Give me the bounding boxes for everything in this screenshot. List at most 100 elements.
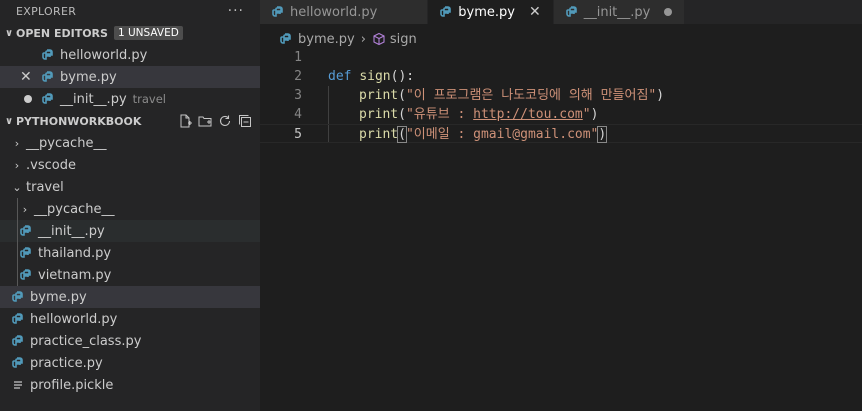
punctuation: (: [398, 88, 406, 103]
tree-folder-pycache[interactable]: › __pycache__: [0, 132, 260, 154]
collapse-all-icon[interactable]: [238, 114, 252, 128]
python-file-icon: [565, 6, 577, 17]
tree-file-label: __init__.py: [38, 223, 105, 239]
tree-file-label: thailand.py: [38, 245, 112, 261]
tree-file-label: profile.pickle: [30, 377, 114, 393]
method-cube-icon: [373, 32, 385, 46]
tree-folder-label: __pycache__: [34, 201, 115, 217]
tree-file-practice-class[interactable]: practice_class.py: [0, 330, 260, 352]
more-actions-icon[interactable]: ···: [228, 3, 244, 19]
tree-file-label: helloworld.py: [30, 311, 118, 327]
line-number: 3: [294, 88, 302, 103]
string-literal: "이메일 : gmail@gmail.com": [405, 127, 599, 142]
indent-guide: [17, 220, 18, 242]
open-editor-item-init[interactable]: __init__.py travel: [0, 88, 260, 110]
tree-file-practice[interactable]: practice.py: [0, 352, 260, 374]
chevron-down-icon: ⌄: [12, 180, 22, 194]
open-editor-folder-desc: travel: [132, 92, 167, 106]
tree-folder-vscode[interactable]: › .vscode: [0, 154, 260, 176]
close-icon[interactable]: ✕: [20, 69, 32, 85]
tree-file-label: vietnam.py: [38, 267, 112, 283]
new-folder-icon[interactable]: [198, 114, 212, 128]
breadcrumb-file[interactable]: byme.py: [298, 32, 355, 47]
tab-init[interactable]: __init__.py: [553, 0, 686, 24]
python-file-icon: [42, 93, 53, 104]
line-number: 4: [294, 107, 302, 122]
indent-guide: [328, 86, 329, 105]
code-line-5[interactable]: 5 print("이메일 : gmail@gmail.com"): [260, 124, 862, 143]
code-line-2[interactable]: 2 def sign():: [260, 67, 862, 86]
tree-file-label: byme.py: [30, 289, 87, 305]
text-file-icon: [14, 381, 22, 389]
builtin-print: print: [359, 127, 399, 142]
code-line-1[interactable]: 1: [260, 48, 862, 67]
refresh-icon[interactable]: [218, 114, 232, 128]
unsaved-badge: 1 UNSAVED: [113, 26, 183, 40]
tree-folder-travel-pycache[interactable]: › __pycache__: [0, 198, 260, 220]
line-number: 5: [294, 127, 302, 142]
tree-file-profile-pickle[interactable]: profile.pickle: [0, 374, 260, 396]
indent-guide: [17, 264, 18, 286]
chevron-down-icon: ∨: [4, 27, 14, 39]
python-file-icon: [12, 357, 23, 368]
open-editor-item-byme[interactable]: ✕ byme.py: [0, 66, 260, 88]
new-file-icon[interactable]: [178, 114, 192, 128]
code-text: def sign():: [328, 67, 414, 86]
chevron-right-icon: ›: [14, 158, 20, 172]
editor-tabs: helloworld.py byme.py ✕ __init__.py: [260, 0, 862, 24]
tree-folder-label: __pycache__: [26, 135, 107, 151]
explorer-sidebar: EXPLORER ··· ∨ OPEN EDITORS 1 UNSAVED he…: [0, 0, 260, 411]
tab-label: __init__.py: [583, 4, 651, 20]
tab-helloworld[interactable]: helloworld.py: [260, 0, 429, 24]
tree-file-vietnam[interactable]: vietnam.py: [0, 264, 260, 286]
tree-folder-travel[interactable]: ⌄ travel: [0, 176, 260, 198]
tree-folder-label: .vscode: [26, 157, 76, 173]
close-tab-icon[interactable]: ✕: [529, 4, 541, 20]
breadcrumb-symbol[interactable]: sign: [390, 32, 417, 47]
open-editors-header[interactable]: ∨ OPEN EDITORS 1 UNSAVED: [0, 22, 260, 44]
chevron-right-icon: ›: [360, 31, 366, 47]
open-editors-label: OPEN EDITORS: [16, 26, 108, 40]
tree-file-init[interactable]: __init__.py: [0, 220, 260, 242]
python-file-icon: [12, 313, 23, 324]
tree-file-label: practice.py: [30, 355, 103, 371]
python-file-icon: [42, 71, 53, 82]
bracket-match: (: [397, 126, 407, 143]
code-line-4[interactable]: 4 print("유튜브 : http://tou.com"): [260, 105, 862, 124]
tree-file-thailand[interactable]: thailand.py: [0, 242, 260, 264]
python-file-icon: [12, 291, 23, 302]
tree-file-helloworld[interactable]: helloworld.py: [0, 308, 260, 330]
python-file-icon: [272, 6, 283, 17]
indent-guide: [328, 105, 329, 124]
url-link[interactable]: http://tou.com: [473, 107, 583, 122]
open-editor-item-helloworld[interactable]: helloworld.py: [0, 44, 260, 66]
chevron-right-icon: ›: [22, 202, 28, 216]
tab-byme[interactable]: byme.py ✕: [428, 0, 554, 24]
editor-area: helloworld.py byme.py ✕ __init__.py byme…: [260, 0, 862, 411]
python-file-icon: [280, 33, 291, 44]
explorer-header: EXPLORER ···: [0, 0, 260, 22]
punctuation: (: [398, 107, 406, 122]
code-text: print("유튜브 : http://tou.com"): [359, 105, 598, 124]
punctuation: ): [590, 107, 599, 122]
tab-label: helloworld.py: [290, 4, 378, 20]
bracket-match: ): [597, 126, 608, 143]
punctuation: ():: [390, 69, 415, 84]
unsaved-dot-icon[interactable]: [664, 8, 673, 16]
tree-file-byme[interactable]: byme.py: [0, 286, 260, 308]
open-editor-label: helloworld.py: [60, 47, 148, 63]
string-literal: ": [582, 107, 591, 122]
chevron-right-icon: ›: [14, 136, 20, 150]
code-editor[interactable]: 1 2 def sign(): 3 print("이 프로그램은 나도코딩에 의…: [260, 48, 862, 143]
code-line-3[interactable]: 3 print("이 프로그램은 나도코딩에 의해 만들어짐"): [260, 86, 862, 105]
python-file-icon: [20, 247, 31, 258]
string-literal: "유튜브 :: [405, 107, 474, 122]
python-file-icon: [20, 225, 31, 236]
string-literal: "이 프로그램은 나도코딩에 의해 만들어짐": [405, 88, 657, 103]
punctuation: ): [656, 88, 665, 103]
builtin-print: print: [359, 107, 399, 122]
indent-guide: [17, 198, 18, 220]
python-file-icon: [42, 49, 53, 60]
workbook-header[interactable]: ∨ PYTHONWORKBOOK: [0, 110, 260, 132]
python-file-icon: [20, 269, 31, 280]
